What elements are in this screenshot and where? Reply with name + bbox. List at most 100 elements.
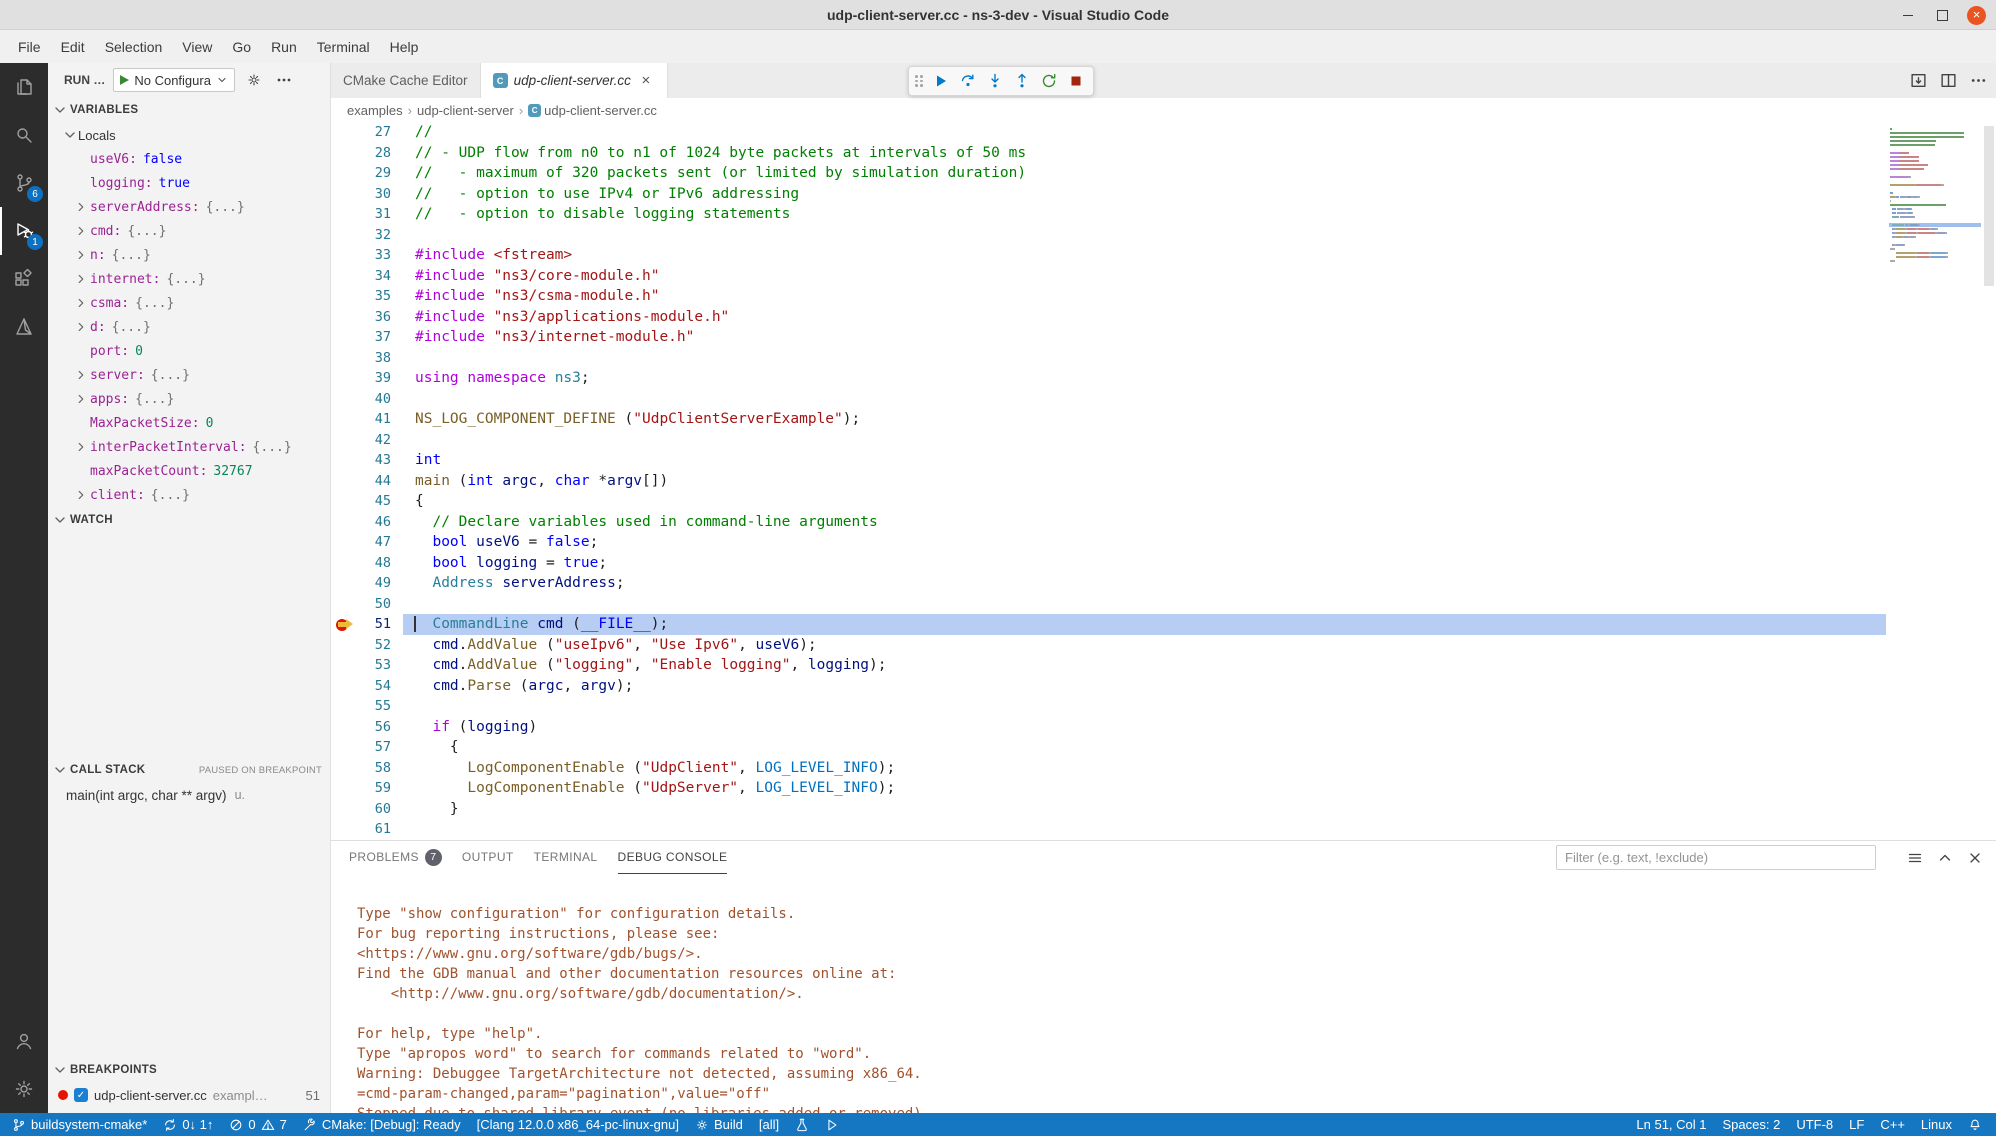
activity-extensions[interactable] [0,255,48,303]
variable-row[interactable]: client:{...} [48,483,330,507]
gutter[interactable]: 46 [331,512,403,533]
build-target[interactable]: [all] [751,1113,787,1136]
activity-source-control[interactable]: 6 [0,159,48,207]
tab-terminal[interactable]: TERMINAL [534,841,598,874]
code-line[interactable]: 39using namespace ns3; [331,368,1886,389]
split-editor-icon[interactable] [1938,71,1958,91]
activity-settings[interactable] [0,1065,48,1113]
gutter[interactable]: 36 [331,307,403,328]
gutter[interactable]: 28 [331,143,403,164]
gutter[interactable]: 31 [331,204,403,225]
chevron-right-icon[interactable] [74,200,90,214]
language-mode[interactable]: C++ [1872,1113,1913,1136]
active-kit[interactable]: [Clang 12.0.0 x86_64-pc-linux-gnu] [469,1113,687,1136]
problems-status[interactable]: 0 7 [221,1113,294,1136]
editor-more-actions-icon[interactable] [1968,71,1988,91]
step-over-button[interactable] [954,68,981,94]
gutter[interactable]: 60 [331,799,403,820]
menu-terminal[interactable]: Terminal [307,35,380,59]
code-line[interactable]: 41NS_LOG_COMPONENT_DEFINE ("UdpClientSer… [331,409,1886,430]
variable-row[interactable]: serverAddress:{...} [48,195,330,219]
close-tab-icon[interactable] [637,72,655,90]
variable-row[interactable]: interPacketInterval:{...} [48,435,330,459]
menu-view[interactable]: View [172,35,222,59]
code-line[interactable]: 47 bool useV6 = false; [331,532,1886,553]
variable-row[interactable]: useV6:false [48,147,330,171]
gutter[interactable]: 32 [331,225,403,246]
code-line[interactable]: 30// - option to use IPv4 or IPv6 addres… [331,184,1886,205]
editor-scrollbar[interactable] [1982,122,1996,840]
step-out-button[interactable] [1008,68,1035,94]
code-line[interactable]: 51 CommandLine cmd (__FILE__); [331,614,1886,635]
code-line[interactable]: 36#include "ns3/applications-module.h" [331,307,1886,328]
locals-scope-row[interactable]: Locals [48,123,330,147]
chevron-right-icon[interactable] [74,440,90,454]
step-into-button[interactable] [981,68,1008,94]
chevron-right-icon[interactable] [74,368,90,382]
code-line[interactable]: 43int [331,450,1886,471]
code-line[interactable]: 55 [331,696,1886,717]
activity-accounts[interactable] [0,1017,48,1065]
chevron-right-icon[interactable] [74,296,90,310]
gutter[interactable]: 53 [331,655,403,676]
chevron-right-icon[interactable] [74,488,90,502]
tab-cmake-cache-editor[interactable]: CMake Cache Editor [331,63,481,98]
maximize-panel-icon[interactable] [1936,849,1954,867]
code-line[interactable]: 38 [331,348,1886,369]
code-line[interactable]: 53 cmd.AddValue ("logging", "Enable logg… [331,655,1886,676]
code-line[interactable]: 31// - option to disable logging stateme… [331,204,1886,225]
code-line[interactable]: 34#include "ns3/core-module.h" [331,266,1886,287]
code-line[interactable]: 61 [331,819,1886,840]
breakpoint-checkbox[interactable] [74,1088,88,1102]
breadcrumb-examples[interactable]: examples [347,103,403,118]
code-line[interactable]: 35#include "ns3/csma-module.h" [331,286,1886,307]
gutter[interactable]: 37 [331,327,403,348]
close-button[interactable] [1967,6,1986,25]
chevron-right-icon[interactable] [74,224,90,238]
chevron-right-icon[interactable] [74,392,90,406]
code-line[interactable]: 48 bool logging = true; [331,553,1886,574]
close-panel-icon[interactable] [1966,849,1984,867]
call-stack-section-header[interactable]: CALL STACK PAUSED ON BREAKPOINT [48,757,330,783]
launch-button[interactable] [817,1113,847,1136]
notifications-button[interactable] [1960,1113,1990,1136]
gutter[interactable]: 33 [331,245,403,266]
gutter[interactable]: 57 [331,737,403,758]
git-sync-status[interactable]: 0↓ 1↑ [155,1113,221,1136]
gutter[interactable]: 49 [331,573,403,594]
code-line[interactable]: 60 } [331,799,1886,820]
cursor-position[interactable]: Ln 51, Col 1 [1628,1113,1714,1136]
code-line[interactable]: 56 if (logging) [331,717,1886,738]
code-line[interactable]: 46 // Declare variables used in command-… [331,512,1886,533]
breakpoints-section-header[interactable]: BREAKPOINTS [48,1057,330,1083]
more-actions-icon[interactable] [273,69,295,91]
gutter[interactable]: 42 [331,430,403,451]
variable-row[interactable]: csma:{...} [48,291,330,315]
variable-row[interactable]: cmd:{...} [48,219,330,243]
gutter[interactable]: 55 [331,696,403,717]
tab-udp-client-server[interactable]: C udp-client-server.cc [481,63,668,98]
activity-search[interactable] [0,111,48,159]
menu-file[interactable]: File [8,35,51,59]
git-branch-status[interactable]: buildsystem-cmake* [4,1113,155,1136]
gutter[interactable]: 59 [331,778,403,799]
code-line[interactable]: 28// - UDP flow from n0 to n1 of 1024 by… [331,143,1886,164]
variable-row[interactable]: n:{...} [48,243,330,267]
continue-button[interactable] [927,68,954,94]
code-line[interactable]: 52 cmd.AddValue ("useIpv6", "Use Ipv6", … [331,635,1886,656]
breakpoint-row[interactable]: udp-client-server.cc exampl… 51 [48,1083,330,1107]
eol-setting[interactable]: LF [1841,1113,1872,1136]
gutter[interactable]: 51 [331,614,403,635]
debug-configuration-dropdown[interactable]: No Configura [113,68,235,92]
tab-debug-console[interactable]: DEBUG CONSOLE [618,841,728,874]
minimap[interactable] [1886,122,1982,840]
maximize-button[interactable] [1933,6,1951,24]
cmake-build-button[interactable]: Build [687,1113,751,1136]
code-line[interactable]: 40 [331,389,1886,410]
gutter[interactable]: 48 [331,553,403,574]
variable-row[interactable]: d:{...} [48,315,330,339]
gutter[interactable]: 56 [331,717,403,738]
cmake-status[interactable]: CMake: [Debug]: Ready [295,1113,469,1136]
gutter[interactable]: 41 [331,409,403,430]
code-line[interactable]: 27// [331,122,1886,143]
